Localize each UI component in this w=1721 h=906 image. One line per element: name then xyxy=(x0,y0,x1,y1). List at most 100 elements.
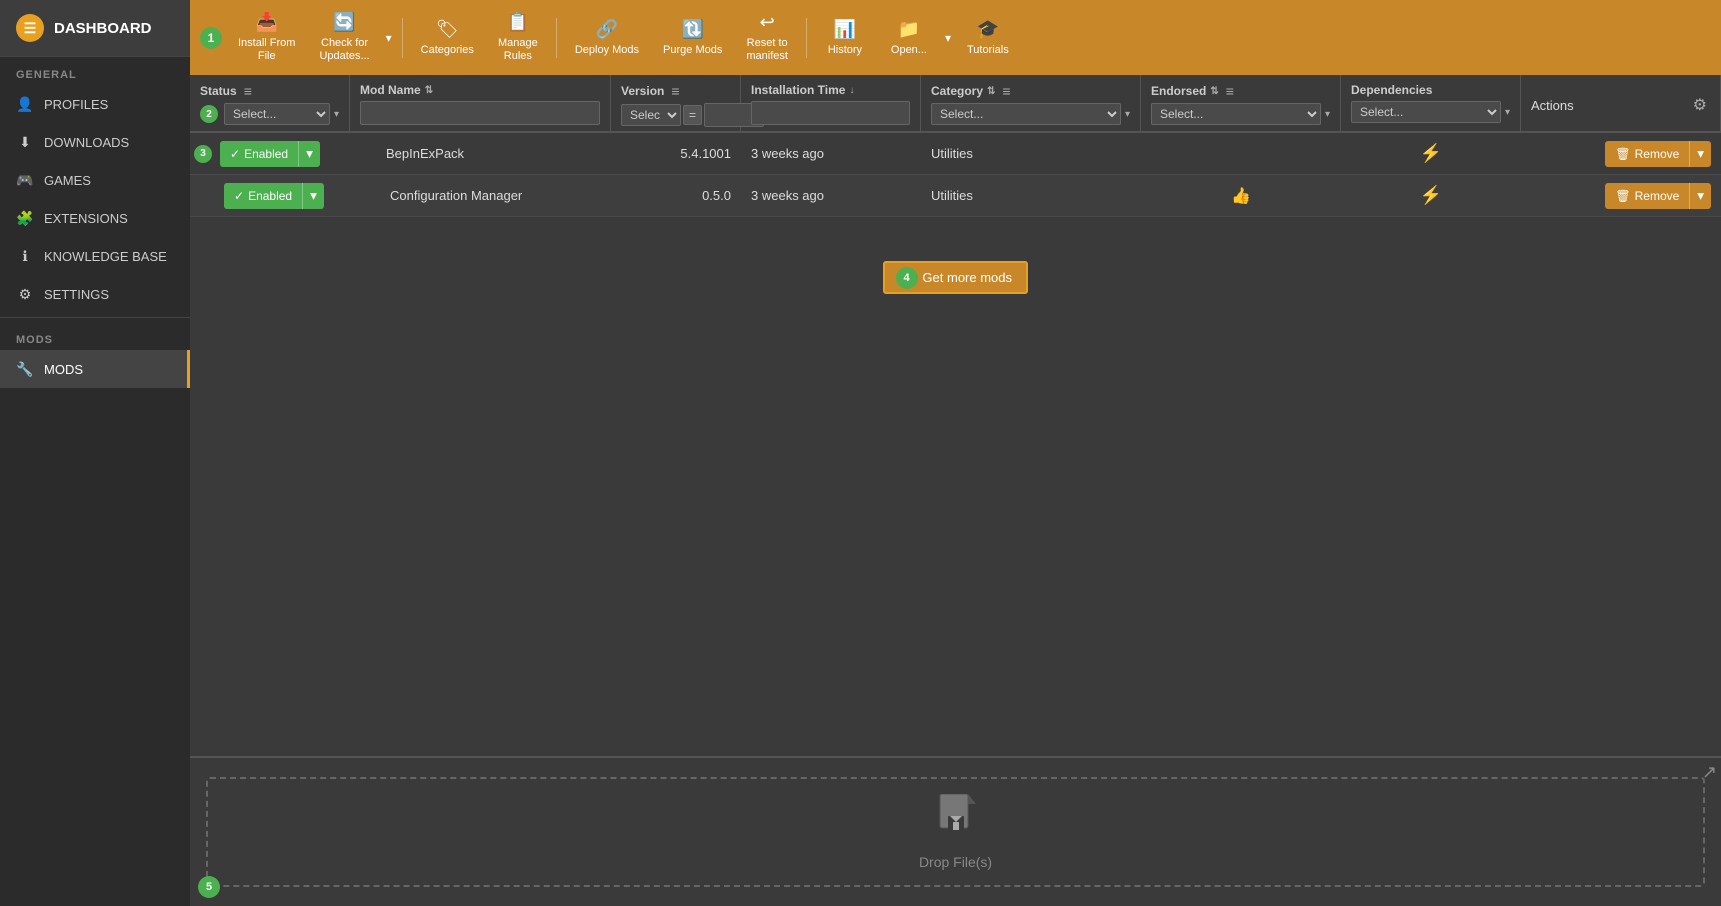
installtime-filter-input[interactable] xyxy=(751,101,910,125)
td-modname-2: Configuration Manager xyxy=(380,182,611,209)
th-category-filter-icon[interactable]: ≡ xyxy=(999,83,1013,99)
table-header: Status ≡ 2 Select... ▾ Mod Name ⇅ xyxy=(190,75,1721,133)
version-filter-select[interactable]: Select... xyxy=(621,104,681,126)
enabled-label-1: Enabled xyxy=(244,147,288,161)
th-status-label: Status xyxy=(200,84,237,98)
td-endorsed-1 xyxy=(1141,148,1341,160)
enabled-button-1[interactable]: ✓ Enabled xyxy=(220,141,298,167)
reset-to-manifest-button[interactable]: ↩ Reset tomanifest xyxy=(736,6,798,69)
category-value-2: Utilities xyxy=(931,188,973,203)
td-installtime-2: 3 weeks ago xyxy=(741,182,921,209)
section-label-general: GENERAL xyxy=(0,57,190,85)
modname-filter-input[interactable] xyxy=(360,101,600,125)
tutorials-icon: 🎓 xyxy=(977,19,999,40)
reset-to-manifest-label: Reset tomanifest xyxy=(746,37,788,63)
install-from-file-button[interactable]: 📥 Install FromFile xyxy=(228,6,305,69)
drop-zone-icon xyxy=(936,794,976,846)
check-for-updates-icon: 🔄 xyxy=(333,12,355,33)
version-equals-btn[interactable]: = xyxy=(683,105,702,125)
toolbar-sep-2 xyxy=(556,18,557,58)
badge-3: 3 xyxy=(194,145,212,163)
history-label: History xyxy=(828,44,862,57)
sidebar-item-label-settings: SETTINGS xyxy=(44,287,109,302)
sidebar-logo[interactable]: ☰ DASHBOARD xyxy=(0,0,190,57)
remove-dropdown-2[interactable]: ▾ xyxy=(1689,183,1711,209)
categories-button[interactable]: 🏷 Categories xyxy=(411,13,484,63)
checkmark-icon-2: ✓ xyxy=(234,189,244,203)
trash-icon-2: 🗑 xyxy=(1615,189,1630,203)
td-status-2: ✓ Enabled ▾ xyxy=(220,177,380,215)
sidebar-item-settings[interactable]: ⚙ SETTINGS xyxy=(0,275,190,313)
sidebar-item-label-extensions: EXTENSIONS xyxy=(44,211,128,226)
endorsed-filter-select[interactable]: Select... xyxy=(1151,103,1321,125)
sidebar-item-profiles[interactable]: 👤 PROFILES xyxy=(0,85,190,123)
sidebar-item-games[interactable]: 🎮 GAMES xyxy=(0,161,190,199)
th-settings-icon[interactable]: ⚙ xyxy=(1690,95,1710,115)
install-from-file-icon: 📥 xyxy=(256,12,278,33)
category-filter-select[interactable]: Select... xyxy=(931,103,1121,125)
enabled-dropdown-2[interactable]: ▾ xyxy=(302,183,324,209)
enabled-dropdown-1[interactable]: ▾ xyxy=(298,141,320,167)
endorsed-thumbs-icon: 👍 xyxy=(1231,186,1251,206)
dependencies-icon-2[interactable]: ⚡ xyxy=(1420,185,1442,206)
td-version-1: 5.4.1001 xyxy=(611,140,741,167)
dependencies-icon-1[interactable]: ⚡ xyxy=(1420,143,1442,164)
dashboard-icon: ☰ xyxy=(16,14,44,42)
deploy-mods-button[interactable]: 🔗 Deploy Mods xyxy=(565,13,649,63)
sidebar-item-label-games: GAMES xyxy=(44,173,91,188)
sidebar-item-extensions[interactable]: 🧩 EXTENSIONS xyxy=(0,199,190,237)
get-more-mods-label: Get more mods xyxy=(922,270,1012,285)
td-dependencies-1: ⚡ xyxy=(1341,137,1521,170)
manage-rules-button[interactable]: 📋 ManageRules xyxy=(488,6,548,69)
td-category-2: Utilities xyxy=(921,182,1141,209)
section-label-mods: MODS xyxy=(0,322,190,350)
sidebar-item-mods[interactable]: 🔧 MODS xyxy=(0,350,190,388)
th-endorsed-sort: ⇅ xyxy=(1210,86,1218,97)
dependencies-dropdown-arrow: ▾ xyxy=(1505,107,1510,118)
main-content: 1 📥 Install FromFile 🔄 Check forUpdates.… xyxy=(190,0,1721,906)
category-value-1: Utilities xyxy=(931,146,973,161)
th-version-label: Version xyxy=(621,84,664,98)
open-button[interactable]: 📁 Open... xyxy=(879,13,939,63)
enabled-wrapper-1: ✓ Enabled ▾ xyxy=(220,141,320,167)
td-dependencies-2: ⚡ xyxy=(1341,179,1521,212)
badge-1: 1 xyxy=(200,27,222,49)
sidebar-item-downloads[interactable]: ⬇ DOWNLOADS xyxy=(0,123,190,161)
th-status: Status ≡ 2 Select... ▾ xyxy=(190,75,350,131)
open-dropdown[interactable]: ▾ xyxy=(943,27,953,49)
th-actions: Actions ⚙ xyxy=(1521,75,1721,131)
table-row: ✓ Enabled ▾ Configuration Manager 0.5.0 … xyxy=(190,175,1721,217)
td-modname-1: BepInExPack xyxy=(376,140,611,167)
enabled-button-2[interactable]: ✓ Enabled xyxy=(224,183,302,209)
th-modname-sort: ⇅ xyxy=(425,85,433,96)
check-for-updates-button[interactable]: 🔄 Check forUpdates... xyxy=(309,6,379,69)
th-status-filter-icon[interactable]: ≡ xyxy=(241,83,255,99)
trash-icon-1: 🗑 xyxy=(1615,147,1630,161)
th-category-label: Category xyxy=(931,84,983,98)
check-for-updates-dropdown[interactable]: ▾ xyxy=(384,27,394,49)
remove-button-2[interactable]: 🗑 Remove xyxy=(1605,183,1689,209)
deploy-mods-icon: 🔗 xyxy=(596,19,618,40)
sidebar-item-knowledge-base[interactable]: ℹ KNOWLEDGE BASE xyxy=(0,237,190,275)
th-installtime-label: Installation Time xyxy=(751,83,845,97)
version-value-1: 5.4.1001 xyxy=(680,146,731,161)
badge-2: 2 xyxy=(200,105,218,123)
sidebar-item-label-mods: MODS xyxy=(44,362,83,377)
endorsed-dropdown-arrow: ▾ xyxy=(1325,109,1330,120)
th-endorsed-filter-icon[interactable]: ≡ xyxy=(1223,83,1237,99)
purge-mods-button[interactable]: 🔃 Purge Mods xyxy=(653,13,732,63)
status-filter-select[interactable]: Select... xyxy=(224,103,330,125)
toolbar-sep-3 xyxy=(806,18,807,58)
drop-zone[interactable]: Drop File(s) xyxy=(206,777,1705,887)
history-button[interactable]: 📊 History xyxy=(815,13,875,63)
enabled-wrapper-2: ✓ Enabled ▾ xyxy=(224,183,324,209)
remove-button-1[interactable]: 🗑 Remove xyxy=(1605,141,1689,167)
dependencies-filter-select[interactable]: Select... xyxy=(1351,101,1501,123)
th-version-filter-icon[interactable]: ≡ xyxy=(668,83,682,99)
remove-dropdown-1[interactable]: ▾ xyxy=(1689,141,1711,167)
remove-label-1: Remove xyxy=(1635,147,1680,161)
td-category-1: Utilities xyxy=(921,140,1141,167)
toolbar: 1 📥 Install FromFile 🔄 Check forUpdates.… xyxy=(190,0,1721,75)
drop-zone-wrapper: 5 Drop File(s) ↗ xyxy=(190,756,1721,906)
tutorials-button[interactable]: 🎓 Tutorials xyxy=(957,13,1019,63)
